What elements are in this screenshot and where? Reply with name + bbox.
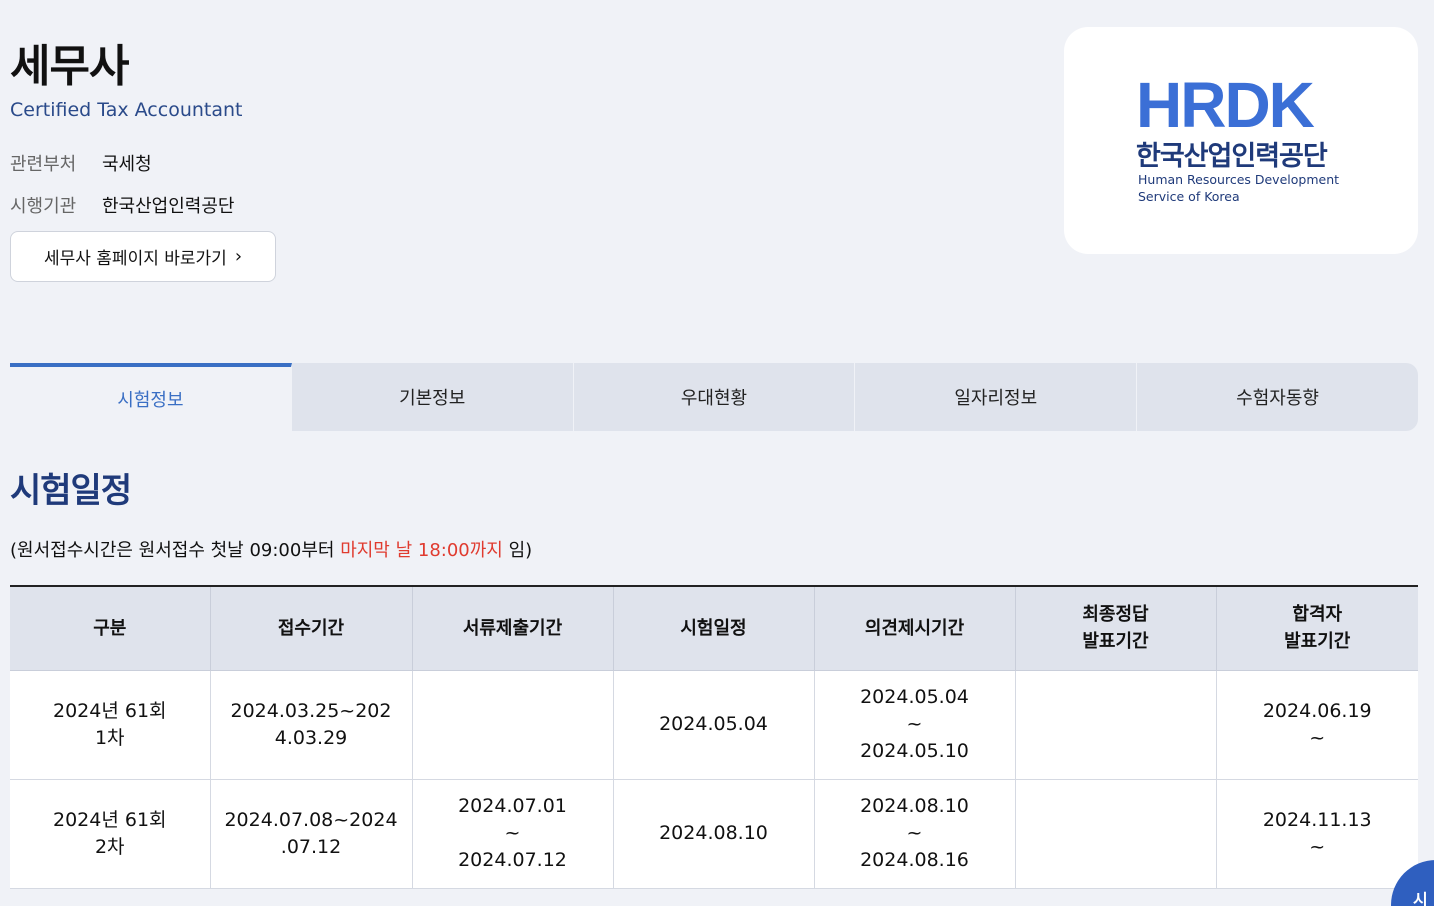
column-header-text: 접수기간 (277, 617, 345, 639)
column-header-text: 발표기간 (1082, 631, 1149, 653)
table-cell (1015, 779, 1217, 889)
tab-job-info[interactable]: 일자리정보 (855, 363, 1138, 431)
table-cell (412, 670, 614, 780)
info-ministry: 관련부처 국세청 (10, 150, 152, 176)
column-header: 시험일정 (613, 586, 815, 671)
logo-wordmark: HRDK (1136, 75, 1315, 131)
column-header: 구분 (10, 586, 211, 671)
table-cell-text: 2024.08.10 (659, 822, 768, 844)
notice-highlight: 마지막 날 18:00까지 (340, 540, 503, 561)
column-header: 합격자발표기간 (1216, 586, 1418, 671)
logo-english-name: Human Resources Development Service of K… (1138, 171, 1339, 205)
column-header-text: 최종정답 (1082, 604, 1149, 626)
section-title: 시험일정 (10, 471, 132, 511)
table-cell-text: 2024.08.16 (860, 849, 969, 871)
info-tabs: 시험정보 기본정보 우대현황 일자리정보 수험자동향 (10, 363, 1418, 431)
table-cell: 2024.08.10 ~2024.08.16 (814, 779, 1016, 889)
table-cell: 2024.08.10 (613, 779, 815, 889)
table-cell (1015, 670, 1217, 780)
table-cell: 2024.07.01 ~2024.07.12 (412, 779, 614, 889)
table-cell-text: .07.12 (280, 835, 342, 858)
info-label: 시행기관 (10, 196, 77, 217)
table-cell-text: 2024.07.08~2024 (224, 808, 398, 831)
table-cell-text: ~ (906, 713, 923, 735)
table-cell: 2024.11.13 ~ (1216, 779, 1418, 889)
table-cell: 2024.05.04 ~2024.05.10 (814, 670, 1016, 780)
table-cell-text: 2024년 61회 (52, 808, 167, 831)
hrdk-logo-wordmark: HRDK (1136, 75, 1317, 131)
table-cell-text: 2024.05.04 (659, 713, 768, 735)
table-cell-text: 2024.07.12 (458, 849, 567, 871)
notice-text: 임) (502, 540, 533, 561)
table-cell-text: 4.03.29 (274, 726, 348, 749)
column-header: 접수기간 (210, 586, 413, 671)
column-header-text: 의견제시기간 (864, 617, 965, 639)
table-cell: 2024.06.19 ~ (1216, 670, 1418, 780)
table-cell-text: 2024.05.10 (860, 740, 969, 762)
homepage-link-button[interactable]: 세무사 홈페이지 바로가기 › (10, 231, 276, 282)
table-row: 2024년 61회 2차 2024.07.08~2024.07.12 2024.07.… (10, 779, 1418, 889)
tab-exam-info[interactable]: 시험정보 (10, 363, 292, 431)
column-header-text: 서류제출기간 (462, 617, 563, 639)
tab-preference[interactable]: 우대현황 (573, 363, 856, 431)
tab-basic-info[interactable]: 기본정보 (291, 363, 574, 431)
table-cell-text: 2024.07.01 (458, 795, 567, 817)
table-cell: 2024년 61회 1차 (10, 670, 211, 780)
table-cell-text: 2024년 61회 (52, 699, 167, 722)
info-value: 한국산업인력공단 (102, 196, 235, 217)
table-cell-text: 1차 (94, 726, 125, 749)
chevron-right-icon: › (234, 246, 243, 267)
agency-logo-card: HRDK 한국산업인력공단 Human Resources Developmen… (1064, 27, 1418, 254)
info-label: 관련부처 (10, 154, 77, 175)
info-agency: 시행기관 한국산업인력공단 (10, 192, 234, 218)
table-row: 2024년 61회 1차 2024.03.25~202 4.03.29 2024.05.… (10, 670, 1418, 780)
table-cell-text: 2024.08.10 (860, 795, 969, 817)
homepage-link-label: 세무사 홈페이지 바로가기 (43, 249, 227, 269)
page-subtitle: Certified Tax Accountant (10, 99, 243, 121)
column-header-text: 시험일정 (680, 617, 747, 639)
table-cell-text: ~ (1309, 726, 1326, 749)
application-time-notice: (원서접수시간은 원서접수 첫날 09:00부터 마지막 날 18:00까지 임… (10, 536, 532, 562)
exam-schedule-table: 구분 접수기간 서류제출기간 시험일정 의견제시기간 최종정답 발표기간 합격자 발표기간 20… (10, 585, 1418, 889)
table-cell: 2024.07.08~2024 .07.12 (210, 779, 413, 889)
table-cell: 2024.05.04 (613, 670, 815, 780)
column-header: 서류제출기간 (412, 586, 614, 671)
table-cell-text: 2024.03.25~202 (230, 699, 392, 722)
table-cell-text: 2024.06.19 (1262, 699, 1372, 722)
table-cell-text: 2024.11.13 (1262, 808, 1372, 831)
column-header: 최종정답발표기간 (1015, 586, 1217, 671)
table-cell: 2024년 61회 2차 (10, 779, 211, 889)
logo-english-line: Human Resources Development (1138, 172, 1340, 187)
column-header-text: 합격자 (1292, 604, 1343, 626)
column-header: 의견제시기간 (814, 586, 1016, 671)
page-title: 세무사 (10, 41, 129, 92)
info-value: 국세청 (102, 154, 152, 175)
table-cell-text: 2024.05.04 (860, 686, 969, 708)
logo-korean-name: 한국산업인력공단 (1136, 141, 1328, 172)
table-cell-text: ~ (1309, 835, 1326, 858)
table-cell-text: ~ (504, 822, 521, 844)
table-header-row: 구분 접수기간 서류제출기간 시험일정 의견제시기간 최종정답 발표기간 합격자 발표기간 (10, 586, 1418, 671)
floating-button-label: 시 (1413, 890, 1428, 906)
column-header-text: 구분 (93, 617, 127, 639)
table-cell: 2024.03.25~202 4.03.29 (210, 670, 413, 780)
logo-english-line: Service of Korea (1138, 189, 1240, 204)
page: 세무사 Certified Tax Accountant 관련부처 국세청 시행… (0, 0, 1434, 906)
column-header-text: 발표기간 (1284, 631, 1351, 653)
notice-text: (원서접수시간은 원서접수 첫날 09:00부터 (10, 540, 341, 561)
table-cell-text: ~ (906, 822, 923, 844)
tab-examinee-trends[interactable]: 수험자동향 (1137, 363, 1418, 431)
table-cell-text: 2차 (94, 835, 125, 858)
